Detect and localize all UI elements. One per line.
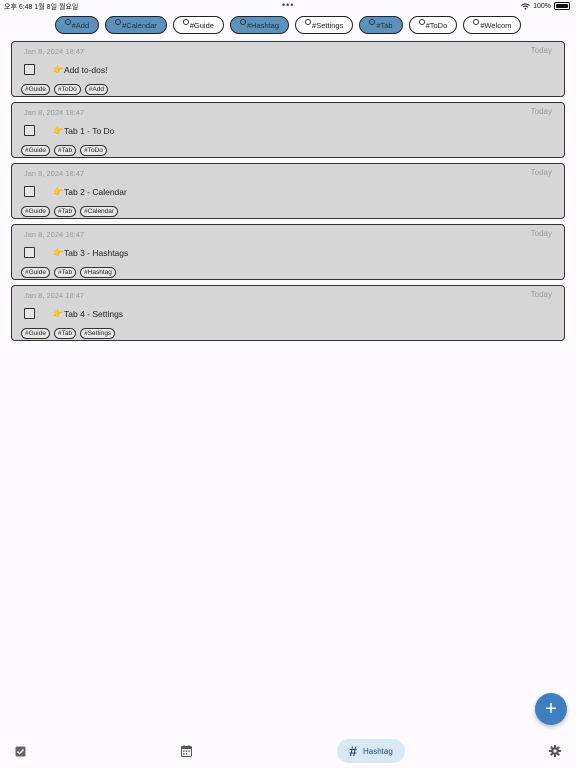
todo-date: Jan 8, 2024 18:47 xyxy=(24,169,85,178)
chip-hashtag[interactable]: #Hashtag xyxy=(229,16,290,34)
chip-label: #Welcom xyxy=(480,20,512,30)
todo-today-label: Today xyxy=(530,229,552,238)
todo-card[interactable]: Jan 8, 2024 18:47 Today 👉 Tab 4 - Settin… xyxy=(11,285,565,341)
todo-checkbox[interactable] xyxy=(24,186,35,197)
todo-tag[interactable]: #Tab xyxy=(53,145,77,156)
chip-ring-icon xyxy=(182,19,189,25)
todo-title: Tab 1 - To Do xyxy=(64,126,115,136)
nav-tab-calendar[interactable] xyxy=(176,739,196,763)
nav-tab-hashtag[interactable]: # Hashtag xyxy=(337,739,405,763)
todo-title: Tab 3 - Hashtags xyxy=(64,248,129,258)
todo-title: Add to-dos! xyxy=(64,65,108,75)
chip-label: #Calendar xyxy=(122,20,157,30)
chip-ring-icon xyxy=(64,19,71,25)
todo-tags: #Guide #Tab #ToDo xyxy=(21,145,107,156)
status-bar: 오후 6:48 1월 8일 월요일 ••• 100% xyxy=(0,0,576,12)
pointing-hand-icon: 👉 xyxy=(53,309,63,318)
calendar-icon xyxy=(180,745,192,757)
add-todo-button[interactable]: + xyxy=(535,693,567,725)
todo-tag[interactable]: #Tab xyxy=(53,267,77,278)
wifi-icon xyxy=(521,2,530,10)
todo-tag[interactable]: #ToDo xyxy=(80,145,107,156)
nav-tab-settings[interactable] xyxy=(545,739,565,763)
todo-tags: #Guide #ToDo #Add xyxy=(21,84,108,95)
hashtag-filter-bar: #Add #Calendar #Guide #Hashtag #Settings… xyxy=(0,16,576,34)
todo-checkbox[interactable] xyxy=(24,247,35,258)
chip-label: #Tab xyxy=(376,20,393,30)
todo-tags: #Guide #Tab #Hashtag xyxy=(21,267,116,278)
chip-calendar[interactable]: #Calendar xyxy=(105,16,167,34)
todo-tag[interactable]: #Tab xyxy=(53,206,77,217)
todo-today-label: Today xyxy=(530,107,552,116)
todo-today-label: Today xyxy=(530,290,552,299)
todo-tag[interactable]: #Tab xyxy=(53,328,77,339)
todo-title: Tab 2 - Calendar xyxy=(64,187,127,197)
chip-label: #Settings xyxy=(312,20,344,30)
todo-tag[interactable]: #Guide xyxy=(21,206,50,217)
bottom-navigation: # Hashtag xyxy=(0,735,576,768)
chip-ring-icon xyxy=(239,19,246,25)
todo-tag[interactable]: #Calendar xyxy=(80,206,119,217)
todo-tag[interactable]: #Guide xyxy=(21,267,50,278)
chip-label: #ToDo xyxy=(425,20,448,30)
todo-card[interactable]: Jan 8, 2024 18:47 Today 👉 Tab 3 - Hashta… xyxy=(11,224,565,280)
status-right: 100% xyxy=(521,2,570,10)
todo-checkbox[interactable] xyxy=(24,64,35,75)
chip-tab[interactable]: #Tab xyxy=(359,16,403,34)
todo-tag[interactable]: #Hashtag xyxy=(80,267,116,278)
todo-checkbox[interactable] xyxy=(24,308,35,319)
chip-label: #Hashtag xyxy=(246,20,280,30)
chip-todo[interactable]: #ToDo xyxy=(408,16,458,34)
todo-tags: #Guide #Tab #Calendar xyxy=(21,206,119,217)
todo-tag[interactable]: #Guide xyxy=(21,328,50,339)
todo-checkbox[interactable] xyxy=(24,125,35,136)
todo-card[interactable]: Jan 8, 2024 18:47 Today 👉 Add to-dos! #G… xyxy=(11,41,565,97)
pointing-hand-icon: 👉 xyxy=(53,248,63,257)
todo-today-label: Today xyxy=(530,46,552,55)
todo-date: Jan 8, 2024 18:47 xyxy=(24,108,85,117)
todo-list: Jan 8, 2024 18:47 Today 👉 Add to-dos! #G… xyxy=(11,41,565,346)
todo-tag[interactable]: #Guide xyxy=(21,145,50,156)
chip-welcom[interactable]: #Welcom xyxy=(463,16,522,34)
chip-label: #Add xyxy=(71,20,90,30)
chip-add[interactable]: #Add xyxy=(54,16,100,34)
todo-date: Jan 8, 2024 18:47 xyxy=(24,291,85,300)
todo-title: Tab 4 - Settings xyxy=(64,309,124,319)
status-time-date: 오후 6:48 1월 8일 월요일 xyxy=(4,4,79,11)
todo-card[interactable]: Jan 8, 2024 18:47 Today 👉 Tab 1 - To Do … xyxy=(11,102,565,158)
todo-tag[interactable]: #Add xyxy=(84,84,108,95)
todo-tag[interactable]: #Settings xyxy=(80,328,116,339)
battery-icon xyxy=(554,2,570,10)
plus-icon: + xyxy=(545,698,557,720)
pointing-hand-icon: 👉 xyxy=(53,187,63,196)
chip-ring-icon xyxy=(305,19,312,25)
nav-tab-todo[interactable] xyxy=(10,739,30,763)
chip-ring-icon xyxy=(369,19,376,25)
gear-icon xyxy=(549,745,561,757)
todo-date: Jan 8, 2024 18:47 xyxy=(24,230,85,239)
chip-settings[interactable]: #Settings xyxy=(295,16,354,34)
chip-guide[interactable]: #Guide xyxy=(172,16,224,34)
nav-tab-hashtag-label: Hashtag xyxy=(363,746,393,756)
chip-ring-icon xyxy=(418,19,425,25)
chip-ring-icon xyxy=(115,19,122,25)
todo-date: Jan 8, 2024 18:47 xyxy=(24,47,85,56)
todo-tag[interactable]: #ToDo xyxy=(53,84,81,95)
todo-tags: #Guide #Tab #Settings xyxy=(21,328,116,339)
chip-ring-icon xyxy=(473,19,480,25)
multitasking-dots[interactable]: ••• xyxy=(282,0,294,10)
battery-percent: 100% xyxy=(533,2,551,10)
chip-label: #Guide xyxy=(189,20,214,30)
todo-card[interactable]: Jan 8, 2024 18:47 Today 👉 Tab 2 - Calend… xyxy=(11,163,565,219)
todo-tag[interactable]: #Guide xyxy=(21,84,50,95)
hashtag-icon: # xyxy=(349,743,357,759)
checkbox-icon xyxy=(15,746,25,756)
pointing-hand-icon: 👉 xyxy=(53,65,63,74)
pointing-hand-icon: 👉 xyxy=(53,126,63,135)
todo-today-label: Today xyxy=(530,168,552,177)
